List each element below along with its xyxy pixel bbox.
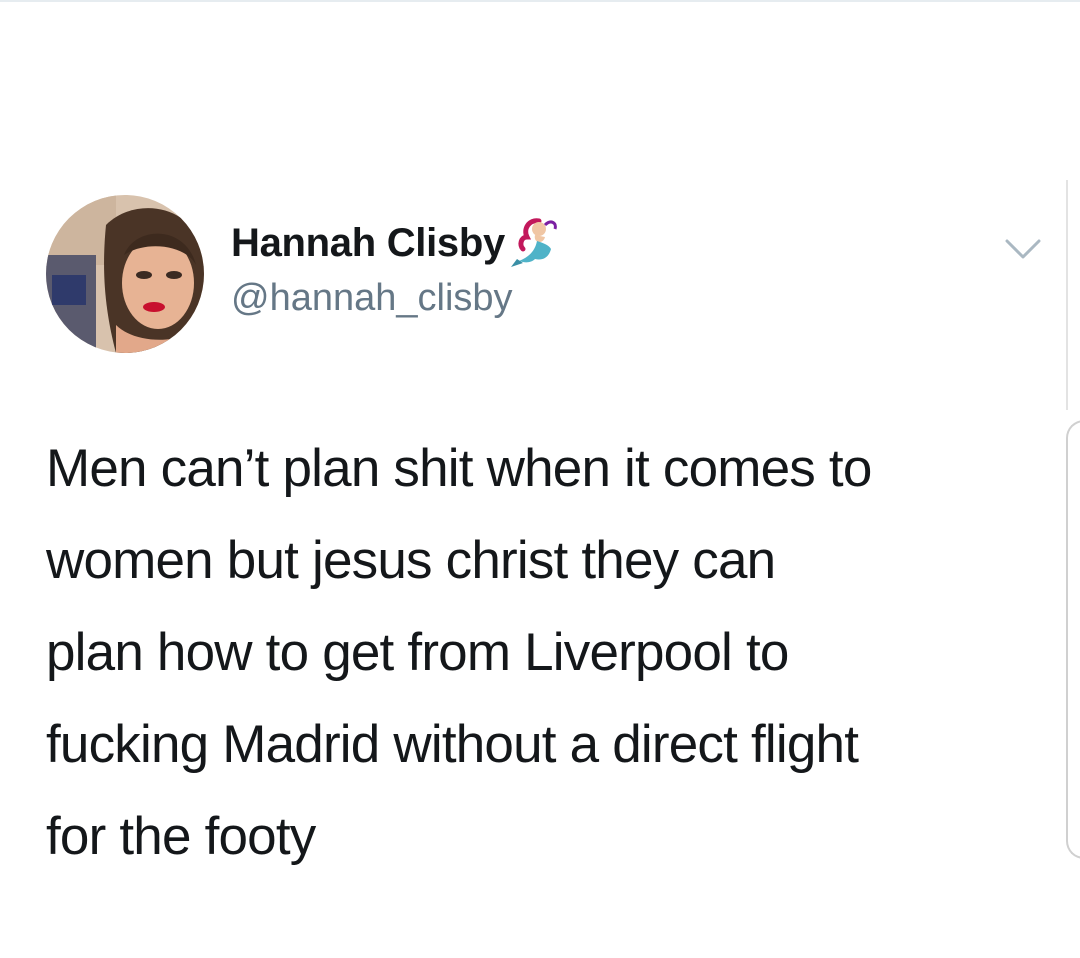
right-edge-line — [1066, 180, 1068, 410]
tweet-text: Men can’t plan shit when it comes to wom… — [46, 423, 1046, 883]
chevron-down-icon[interactable] — [1003, 237, 1043, 261]
tweet-text-line: Men can’t plan shit when it comes to — [46, 439, 872, 498]
tweet-screenshot: Hannah Clisby @hannah_clisby Men can’t p… — [0, 0, 1080, 958]
top-divider — [0, 0, 1080, 2]
tweet-text-line: plan how to get from Liverpool to — [46, 623, 789, 682]
name-row: Hannah Clisby — [231, 215, 561, 271]
user-handle[interactable]: @hannah_clisby — [231, 277, 513, 320]
display-name[interactable]: Hannah Clisby — [231, 221, 505, 266]
tweet-text-line: fucking Madrid without a direct flight — [46, 715, 859, 774]
mermaid-emoji-icon — [509, 215, 561, 271]
tweet-text-line: for the footy — [46, 807, 316, 866]
scrollbar-edge[interactable] — [1066, 420, 1080, 859]
tweet-text-line: women but jesus christ they can — [46, 531, 776, 590]
avatar[interactable] — [46, 195, 204, 353]
